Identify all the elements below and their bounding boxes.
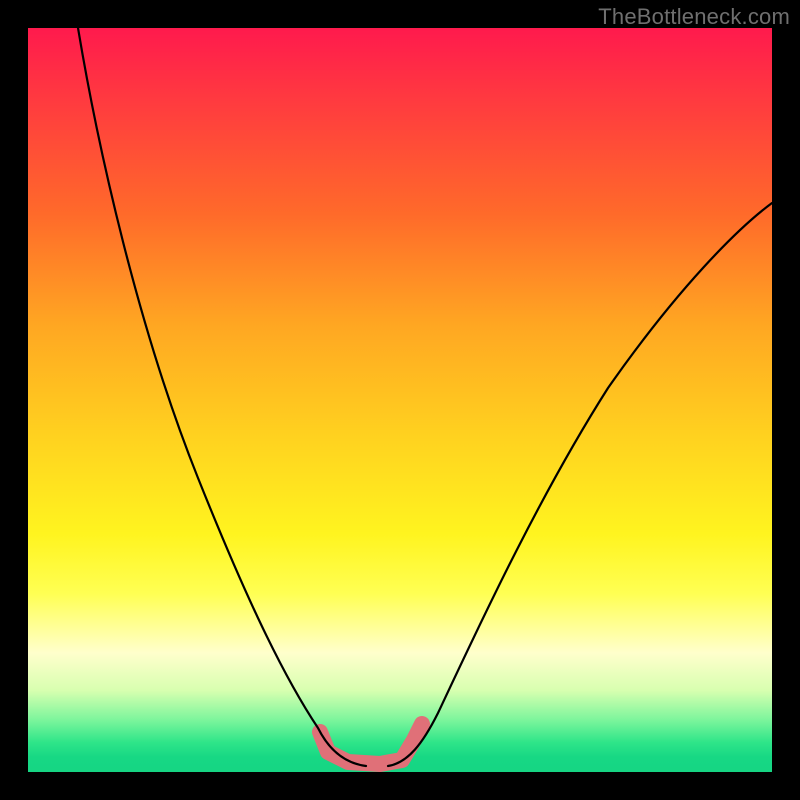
frame: TheBottleneck.com: [0, 0, 800, 800]
plot-area: [28, 28, 772, 772]
curve-left: [78, 28, 366, 766]
curve-right: [388, 203, 772, 766]
watermark-text: TheBottleneck.com: [598, 4, 790, 30]
chart-svg: [28, 28, 772, 772]
